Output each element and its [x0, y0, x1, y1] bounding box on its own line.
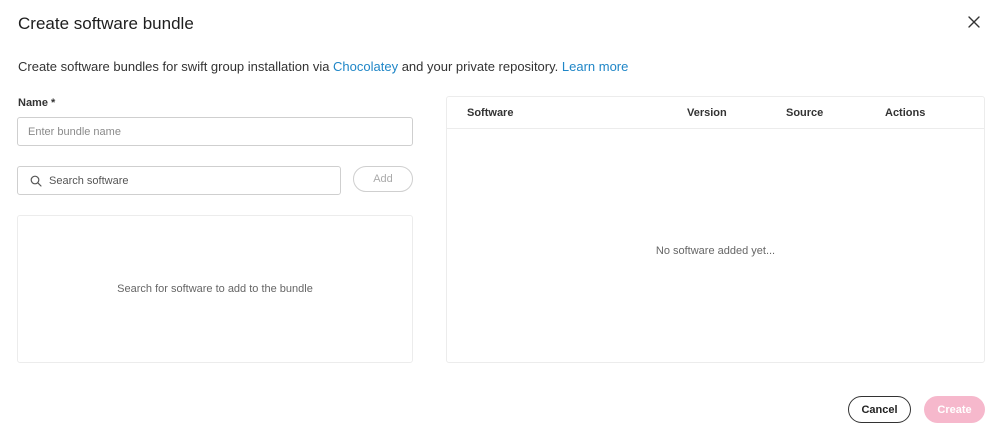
add-button[interactable]: Add [353, 166, 413, 192]
table-header: Software Version Source Actions [447, 97, 984, 129]
create-software-bundle-dialog: Create software bundle Create software b… [0, 0, 997, 435]
table-empty-message: No software added yet... [655, 245, 776, 257]
description-text-prefix: Create software bundles for swift group … [18, 59, 334, 74]
create-button[interactable]: Create [924, 396, 985, 423]
search-results-panel: Search for software to add to the bundle [17, 215, 413, 363]
cancel-button[interactable]: Cancel [848, 396, 911, 423]
software-search-box[interactable] [17, 166, 341, 195]
chocolatey-link[interactable]: Chocolatey [333, 59, 398, 74]
close-button[interactable] [964, 14, 984, 34]
column-header-actions: Actions [885, 107, 926, 119]
search-results-empty-message: Search for software to add to the bundle [117, 283, 313, 295]
description-text-middle: and your private repository. [398, 59, 562, 74]
dialog-description: Create software bundles for swift group … [18, 59, 628, 74]
column-header-version: Version [687, 107, 727, 119]
column-header-source: Source [786, 107, 824, 119]
learn-more-link[interactable]: Learn more [562, 59, 628, 74]
name-field-label: Name * [18, 97, 56, 109]
bundle-name-input[interactable] [17, 117, 413, 146]
dialog-title: Create software bundle [18, 14, 194, 33]
column-header-software: Software [467, 107, 514, 119]
bundle-software-table: Software Version Source Actions No softw… [446, 96, 985, 363]
search-software-input[interactable] [49, 174, 340, 187]
search-icon [29, 174, 43, 188]
close-icon [968, 15, 980, 33]
